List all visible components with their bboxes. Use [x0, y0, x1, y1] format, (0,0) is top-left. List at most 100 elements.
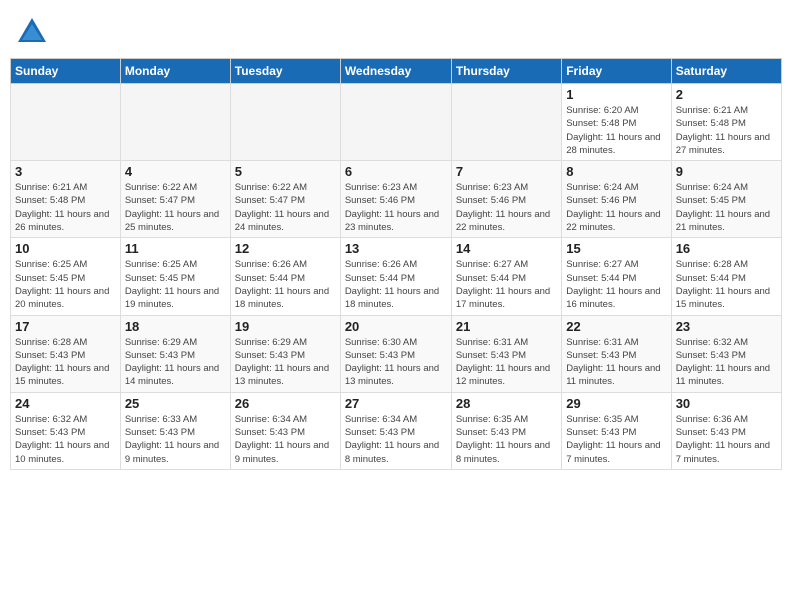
day-number: 28 — [456, 396, 557, 411]
calendar-cell: 7 Sunrise: 6:23 AM Sunset: 5:46 PM Daylig… — [451, 161, 561, 238]
day-number: 8 — [566, 164, 666, 179]
day-info: Sunrise: 6:36 AM Sunset: 5:43 PM Dayligh… — [676, 413, 777, 466]
day-info: Sunrise: 6:29 AM Sunset: 5:43 PM Dayligh… — [235, 336, 336, 389]
day-number: 14 — [456, 241, 557, 256]
calendar-cell: 11 Sunrise: 6:25 AM Sunset: 5:45 PM Dayli… — [120, 238, 230, 315]
calendar-table: SundayMondayTuesdayWednesdayThursdayFrid… — [10, 58, 782, 470]
calendar-cell: 1 Sunrise: 6:20 AM Sunset: 5:48 PM Daylig… — [562, 84, 671, 161]
day-info: Sunrise: 6:24 AM Sunset: 5:45 PM Dayligh… — [676, 181, 777, 234]
day-info: Sunrise: 6:31 AM Sunset: 5:43 PM Dayligh… — [566, 336, 666, 389]
calendar-cell: 14 Sunrise: 6:27 AM Sunset: 5:44 PM Dayli… — [451, 238, 561, 315]
day-number: 26 — [235, 396, 336, 411]
day-info: Sunrise: 6:27 AM Sunset: 5:44 PM Dayligh… — [456, 258, 557, 311]
column-header-monday: Monday — [120, 59, 230, 84]
day-number: 27 — [345, 396, 447, 411]
calendar-week-row: 17 Sunrise: 6:28 AM Sunset: 5:43 PM Dayli… — [11, 315, 782, 392]
day-info: Sunrise: 6:28 AM Sunset: 5:43 PM Dayligh… — [15, 336, 116, 389]
day-number: 11 — [125, 241, 226, 256]
calendar-cell: 9 Sunrise: 6:24 AM Sunset: 5:45 PM Daylig… — [671, 161, 781, 238]
day-number: 13 — [345, 241, 447, 256]
calendar-cell: 21Sunrise: 6:31 AM Sunset: 5:43 PM Dayli… — [451, 315, 561, 392]
day-info: Sunrise: 6:24 AM Sunset: 5:46 PM Dayligh… — [566, 181, 666, 234]
day-info: Sunrise: 6:23 AM Sunset: 5:46 PM Dayligh… — [456, 181, 557, 234]
calendar-cell: 30 Sunrise: 6:36 AM Sunset: 5:43 PM Dayli… — [671, 392, 781, 469]
calendar-week-row: 3 Sunrise: 6:21 AM Sunset: 5:48 PM Daylig… — [11, 161, 782, 238]
calendar-cell: 2 Sunrise: 6:21 AM Sunset: 5:48 PM Daylig… — [671, 84, 781, 161]
day-number: 20 — [345, 319, 447, 334]
day-number: 12 — [235, 241, 336, 256]
calendar-cell: 29 Sunrise: 6:35 AM Sunset: 5:43 PM Dayli… — [562, 392, 671, 469]
day-info: Sunrise: 6:25 AM Sunset: 5:45 PM Dayligh… — [125, 258, 226, 311]
calendar-cell: 23 Sunrise: 6:32 AM Sunset: 5:43 PM Dayli… — [671, 315, 781, 392]
calendar-cell: 24Sunrise: 6:32 AM Sunset: 5:43 PM Dayli… — [11, 392, 121, 469]
calendar-cell: 17 Sunrise: 6:28 AM Sunset: 5:43 PM Dayli… — [11, 315, 121, 392]
day-info: Sunrise: 6:30 AM Sunset: 5:43 PM Dayligh… — [345, 336, 447, 389]
day-info: Sunrise: 6:20 AM Sunset: 5:48 PM Dayligh… — [566, 104, 666, 157]
day-number: 24 — [15, 396, 116, 411]
day-number: 30 — [676, 396, 777, 411]
day-info: Sunrise: 6:26 AM Sunset: 5:44 PM Dayligh… — [345, 258, 447, 311]
day-info: Sunrise: 6:34 AM Sunset: 5:43 PM Dayligh… — [345, 413, 447, 466]
day-number: 19 — [235, 319, 336, 334]
column-header-saturday: Saturday — [671, 59, 781, 84]
calendar-cell: 18Sunrise: 6:29 AM Sunset: 5:43 PM Dayli… — [120, 315, 230, 392]
day-number: 17 — [15, 319, 116, 334]
day-info: Sunrise: 6:22 AM Sunset: 5:47 PM Dayligh… — [235, 181, 336, 234]
column-header-thursday: Thursday — [451, 59, 561, 84]
day-info: Sunrise: 6:35 AM Sunset: 5:43 PM Dayligh… — [566, 413, 666, 466]
day-number: 25 — [125, 396, 226, 411]
calendar-cell: 15 Sunrise: 6:27 AM Sunset: 5:44 PM Dayli… — [562, 238, 671, 315]
day-number: 1 — [566, 87, 666, 102]
calendar-cell: 4 Sunrise: 6:22 AM Sunset: 5:47 PM Daylig… — [120, 161, 230, 238]
day-number: 29 — [566, 396, 666, 411]
calendar-header-row: SundayMondayTuesdayWednesdayThursdayFrid… — [11, 59, 782, 84]
calendar-cell — [11, 84, 121, 161]
day-number: 5 — [235, 164, 336, 179]
calendar-cell: 6Sunrise: 6:23 AM Sunset: 5:46 PM Daylig… — [340, 161, 451, 238]
calendar-cell: 12 Sunrise: 6:26 AM Sunset: 5:44 PM Dayli… — [230, 238, 340, 315]
day-number: 21 — [456, 319, 557, 334]
day-number: 2 — [676, 87, 777, 102]
calendar-week-row: 1 Sunrise: 6:20 AM Sunset: 5:48 PM Daylig… — [11, 84, 782, 161]
column-header-sunday: Sunday — [11, 59, 121, 84]
day-number: 23 — [676, 319, 777, 334]
calendar-cell: 3 Sunrise: 6:21 AM Sunset: 5:48 PM Daylig… — [11, 161, 121, 238]
day-number: 7 — [456, 164, 557, 179]
calendar-week-row: 10Sunrise: 6:25 AM Sunset: 5:45 PM Dayli… — [11, 238, 782, 315]
day-number: 3 — [15, 164, 116, 179]
calendar-cell: 28 Sunrise: 6:35 AM Sunset: 5:43 PM Dayli… — [451, 392, 561, 469]
logo — [14, 14, 54, 50]
day-info: Sunrise: 6:21 AM Sunset: 5:48 PM Dayligh… — [676, 104, 777, 157]
calendar-cell — [451, 84, 561, 161]
day-number: 6 — [345, 164, 447, 179]
calendar-cell: 22 Sunrise: 6:31 AM Sunset: 5:43 PM Dayli… — [562, 315, 671, 392]
day-number: 16 — [676, 241, 777, 256]
calendar-cell: 16 Sunrise: 6:28 AM Sunset: 5:44 PM Dayli… — [671, 238, 781, 315]
calendar-cell: 8 Sunrise: 6:24 AM Sunset: 5:46 PM Daylig… — [562, 161, 671, 238]
page-header — [10, 10, 782, 50]
calendar-cell: 26 Sunrise: 6:34 AM Sunset: 5:43 PM Dayli… — [230, 392, 340, 469]
calendar-cell: 10Sunrise: 6:25 AM Sunset: 5:45 PM Dayli… — [11, 238, 121, 315]
calendar-cell: 27 Sunrise: 6:34 AM Sunset: 5:43 PM Dayli… — [340, 392, 451, 469]
day-info: Sunrise: 6:34 AM Sunset: 5:43 PM Dayligh… — [235, 413, 336, 466]
day-info: Sunrise: 6:27 AM Sunset: 5:44 PM Dayligh… — [566, 258, 666, 311]
day-number: 15 — [566, 241, 666, 256]
day-number: 4 — [125, 164, 226, 179]
day-info: Sunrise: 6:35 AM Sunset: 5:43 PM Dayligh… — [456, 413, 557, 466]
day-info: Sunrise: 6:22 AM Sunset: 5:47 PM Dayligh… — [125, 181, 226, 234]
calendar-cell — [230, 84, 340, 161]
day-info: Sunrise: 6:28 AM Sunset: 5:44 PM Dayligh… — [676, 258, 777, 311]
calendar-cell: 20 Sunrise: 6:30 AM Sunset: 5:43 PM Dayli… — [340, 315, 451, 392]
day-number: 22 — [566, 319, 666, 334]
calendar-cell: 19 Sunrise: 6:29 AM Sunset: 5:43 PM Dayli… — [230, 315, 340, 392]
day-info: Sunrise: 6:21 AM Sunset: 5:48 PM Dayligh… — [15, 181, 116, 234]
calendar-body: 1 Sunrise: 6:20 AM Sunset: 5:48 PM Daylig… — [11, 84, 782, 470]
column-header-friday: Friday — [562, 59, 671, 84]
day-info: Sunrise: 6:32 AM Sunset: 5:43 PM Dayligh… — [676, 336, 777, 389]
day-number: 9 — [676, 164, 777, 179]
calendar-cell — [340, 84, 451, 161]
logo-icon — [14, 14, 50, 50]
day-info: Sunrise: 6:33 AM Sunset: 5:43 PM Dayligh… — [125, 413, 226, 466]
day-info: Sunrise: 6:26 AM Sunset: 5:44 PM Dayligh… — [235, 258, 336, 311]
column-header-wednesday: Wednesday — [340, 59, 451, 84]
